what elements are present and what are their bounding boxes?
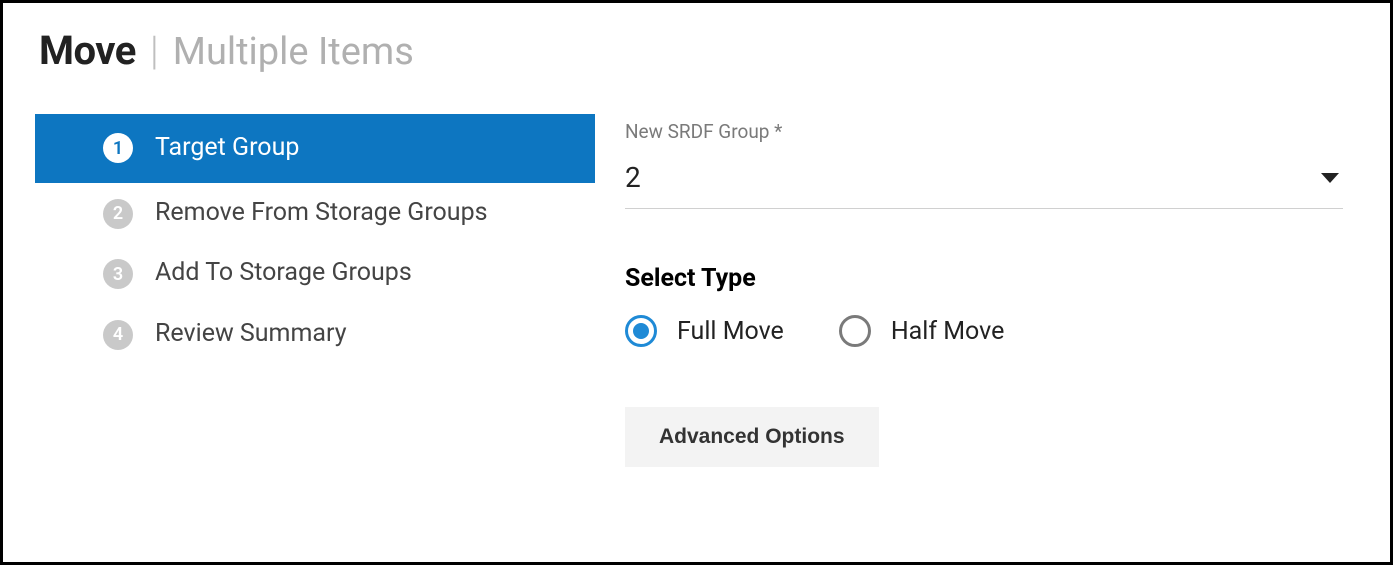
step-review-summary[interactable]: 4 Review Summary [35, 304, 595, 365]
step-label: Review Summary [155, 318, 347, 351]
radio-label: Full Move [677, 317, 784, 346]
step-add-to-storage-groups[interactable]: 3 Add To Storage Groups [35, 243, 595, 304]
radio-unselected-icon [839, 315, 871, 347]
srdf-group-dropdown[interactable]: 2 [625, 161, 1343, 209]
step-label: Remove From Storage Groups [155, 197, 488, 230]
radio-half-move[interactable]: Half Move [839, 315, 1005, 347]
step-number-3: 3 [103, 259, 133, 289]
radio-selected-icon [625, 315, 657, 347]
srdf-group-label: New SRDF Group * [625, 120, 1343, 143]
step-target-group[interactable]: 1 Target Group [35, 114, 595, 183]
step-label: Target Group [155, 132, 299, 165]
header-divider: | [150, 27, 159, 74]
advanced-options-button[interactable]: Advanced Options [625, 407, 879, 467]
select-type-radio-group: Full Move Half Move [625, 315, 1343, 347]
step-number-2: 2 [103, 199, 133, 229]
form-panel: New SRDF Group * 2 Select Type Full Move… [625, 114, 1358, 467]
step-label: Add To Storage Groups [155, 257, 412, 290]
main-content: 1 Target Group 2 Remove From Storage Gro… [35, 114, 1358, 467]
step-remove-from-storage-groups[interactable]: 2 Remove From Storage Groups [35, 183, 595, 244]
step-number-1: 1 [103, 133, 133, 163]
radio-label: Half Move [891, 317, 1005, 346]
chevron-down-icon [1321, 173, 1339, 183]
radio-full-move[interactable]: Full Move [625, 315, 784, 347]
page-subtitle: Multiple Items [173, 30, 414, 74]
step-number-4: 4 [103, 320, 133, 350]
page-title: Move [39, 27, 136, 74]
srdf-group-value: 2 [625, 161, 641, 194]
select-type-heading: Select Type [625, 264, 1343, 293]
page-header: Move | Multiple Items [35, 27, 1358, 74]
wizard-steps: 1 Target Group 2 Remove From Storage Gro… [35, 114, 595, 467]
